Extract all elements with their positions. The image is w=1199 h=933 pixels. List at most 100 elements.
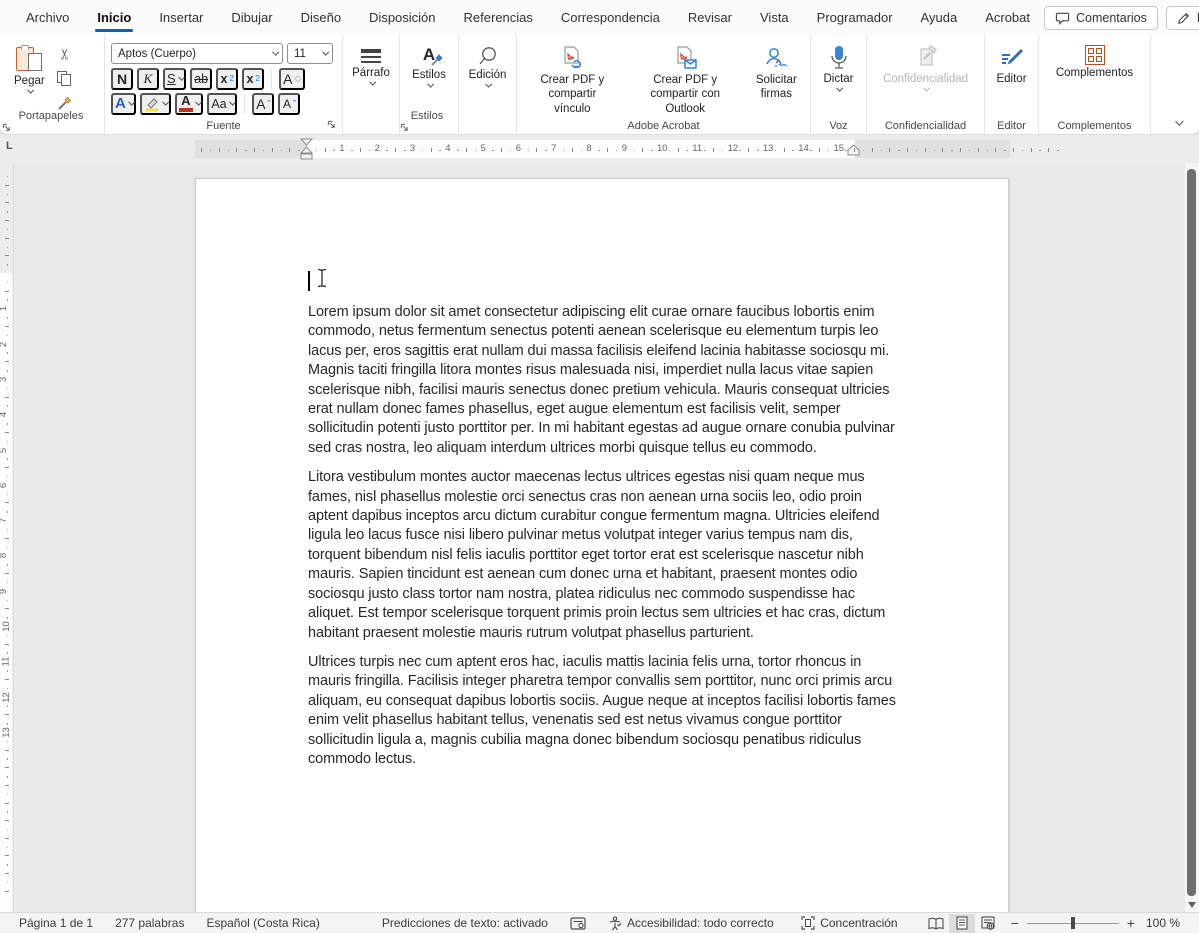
read-mode-button[interactable] (923, 914, 949, 933)
styles-menu-button[interactable]: A Estilos (406, 41, 452, 92)
ruler-number: 15 (833, 143, 845, 154)
word-count[interactable]: 277 palabras (104, 916, 195, 930)
styles-dialog-launcher-icon[interactable] (400, 123, 458, 132)
web-layout-button[interactable] (975, 914, 1001, 933)
zoom-slider[interactable] (1026, 917, 1119, 929)
zoom-level[interactable]: 100 % (1135, 916, 1191, 930)
sensitivity-tag-icon (913, 45, 939, 71)
cut-button[interactable]: ✂ (54, 42, 76, 66)
chevron-down-icon (427, 80, 434, 88)
chevron-down-icon (923, 84, 931, 92)
editing-label: Edición (468, 69, 507, 81)
editing-mode-button[interactable]: Edición (1165, 5, 1199, 30)
sensitivity-group: Confidencialidad Confidencialidad (867, 35, 985, 134)
accessibility-status[interactable]: Accesibilidad: todo correcto (597, 915, 785, 931)
ruler-number: 12 (727, 143, 739, 154)
sensitivity-button[interactable]: Confidencialidad (873, 41, 978, 96)
font-dialog-launcher-icon[interactable] (327, 120, 336, 129)
zoom-out-button[interactable]: − (1011, 915, 1019, 931)
menubar-right: Comentarios Edición (1044, 5, 1199, 30)
text-predictions-indicator[interactable]: Predicciones de texto: activado (371, 916, 559, 930)
ruler-number: 11 (0, 656, 12, 667)
menu-tab-programador[interactable]: Programador (803, 0, 907, 35)
highlight-button[interactable] (140, 92, 171, 115)
request-signatures-button[interactable]: Solicitar firmas (749, 41, 804, 116)
editing-menu-button[interactable]: Edición (465, 41, 510, 92)
document-paragraph[interactable]: Lorem ipsum dolor sit amet consectetur a… (308, 303, 900, 458)
zoom-in-button[interactable]: + (1127, 915, 1135, 931)
ibeam-cursor-icon (316, 268, 328, 288)
text-predictions-icon[interactable] (559, 916, 597, 930)
italic-button[interactable]: K (137, 67, 159, 90)
clipboard-group: Pegar ✂ Portapapeles (2, 35, 105, 134)
document-paragraph[interactable]: Ultrices turpis nec cum aptent eros hac,… (308, 653, 900, 769)
menu-tab-insertar[interactable]: Insertar (145, 0, 217, 35)
superscript-button[interactable]: x2 (242, 67, 265, 90)
font-color-button[interactable]: A (174, 92, 204, 115)
addins-button[interactable]: Complementos (1045, 41, 1144, 83)
addins-group-label: Complementos (1057, 120, 1132, 132)
ruler-number: 10 (0, 621, 12, 632)
font-name-combo[interactable]: Aptos (Cuerpo) (111, 43, 283, 64)
document-paragraph[interactable]: Litora vestibulum montes auctor maecenas… (308, 468, 900, 643)
menu-tab-disposición[interactable]: Disposición (355, 0, 449, 35)
clipboard-dialog-launcher-icon[interactable] (2, 123, 104, 132)
menu-tab-dibujar[interactable]: Dibujar (217, 0, 286, 35)
clear-formatting-button[interactable]: A ◇ (279, 67, 306, 90)
caret-line[interactable] (308, 268, 900, 303)
print-layout-button[interactable] (948, 913, 975, 933)
vertical-scrollbar[interactable] (1185, 163, 1199, 912)
collapse-ribbon-chevron-icon[interactable] (1175, 117, 1184, 126)
create-pdf-outlook-label: Crear PDF y compartir con Outlook (650, 74, 720, 115)
dictate-button[interactable]: Dictar (817, 41, 860, 96)
shrink-font-button[interactable]: Aˇ (278, 92, 301, 115)
addins-group: Complementos Complementos (1039, 35, 1151, 134)
copy-button[interactable] (53, 68, 77, 90)
print-layout-icon (956, 916, 968, 930)
ruler-number: 3 (409, 143, 416, 154)
bold-button[interactable]: N (111, 67, 133, 90)
document-page[interactable]: Lorem ipsum dolor sit amet consectetur a… (195, 178, 1009, 912)
chevron-down-icon (485, 80, 493, 88)
editor-button[interactable]: Editor (991, 41, 1032, 89)
acrobat-group-label: Adobe Acrobat (627, 120, 700, 132)
ruler-number: 2 (0, 341, 9, 346)
font-size-combo[interactable]: 11 (287, 43, 333, 64)
menu-tab-vista[interactable]: Vista (746, 0, 803, 35)
chevron-down-icon (195, 98, 202, 106)
menu-tab-inicio[interactable]: Inicio (83, 0, 145, 35)
scrollbar-thumb[interactable] (1187, 169, 1196, 896)
page-indicator[interactable]: Página 1 de 1 (8, 916, 104, 930)
subscript-button[interactable]: x2 (216, 67, 239, 90)
underline-button[interactable]: S (163, 67, 187, 90)
left-indent-marker[interactable] (300, 138, 313, 160)
dictate-label: Dictar (823, 73, 854, 85)
menu-tab-ayuda[interactable]: Ayuda (907, 0, 972, 35)
menu-tab-acrobat[interactable]: Acrobat (971, 0, 1044, 35)
zoom-slider-thumb[interactable] (1070, 917, 1075, 929)
ruler-number: 4 (0, 412, 9, 417)
pdf-outlook-icon (672, 45, 698, 71)
document-paragraphs: Lorem ipsum dolor sit amet consectetur a… (308, 303, 900, 769)
scroll-down-arrow-icon[interactable] (1188, 902, 1196, 908)
change-case-button[interactable]: Aa (207, 92, 238, 115)
grow-font-button[interactable]: Aˆ (252, 92, 275, 115)
horizontal-ruler: 1 2 3 4 5 6 7 8 9 10 11 12 13 14 15 (0, 138, 1185, 160)
strikethrough-button[interactable]: ab (190, 67, 213, 90)
focus-mode-button[interactable]: Concentración (790, 916, 908, 930)
menu-tab-correspondencia[interactable]: Correspondencia (547, 0, 674, 35)
menu-tab-diseño[interactable]: Diseño (287, 0, 355, 35)
font-name-value: Aptos (Cuerpo) (118, 47, 196, 60)
menu-tab-revisar[interactable]: Revisar (674, 0, 746, 35)
create-pdf-outlook-button[interactable]: Crear PDF y compartir con Outlook (632, 41, 739, 116)
caret-up-icon: ˆ (267, 98, 271, 109)
language-indicator[interactable]: Español (Costa Rica) (195, 916, 330, 930)
comments-button[interactable]: Comentarios (1044, 5, 1158, 30)
text-effects-button[interactable]: A (111, 92, 137, 115)
menu-tab-referencias[interactable]: Referencias (450, 0, 547, 35)
paragraph-menu-button[interactable]: Párrafo (349, 41, 393, 90)
create-pdf-link-button[interactable]: Crear PDF y compartir vínculo (523, 41, 622, 116)
document-workspace: 12345678910111213 Lorem ipsum dolor sit … (0, 163, 1199, 912)
paste-button[interactable]: Pegar (8, 41, 51, 116)
menu-tab-archivo[interactable]: Archivo (12, 0, 83, 35)
